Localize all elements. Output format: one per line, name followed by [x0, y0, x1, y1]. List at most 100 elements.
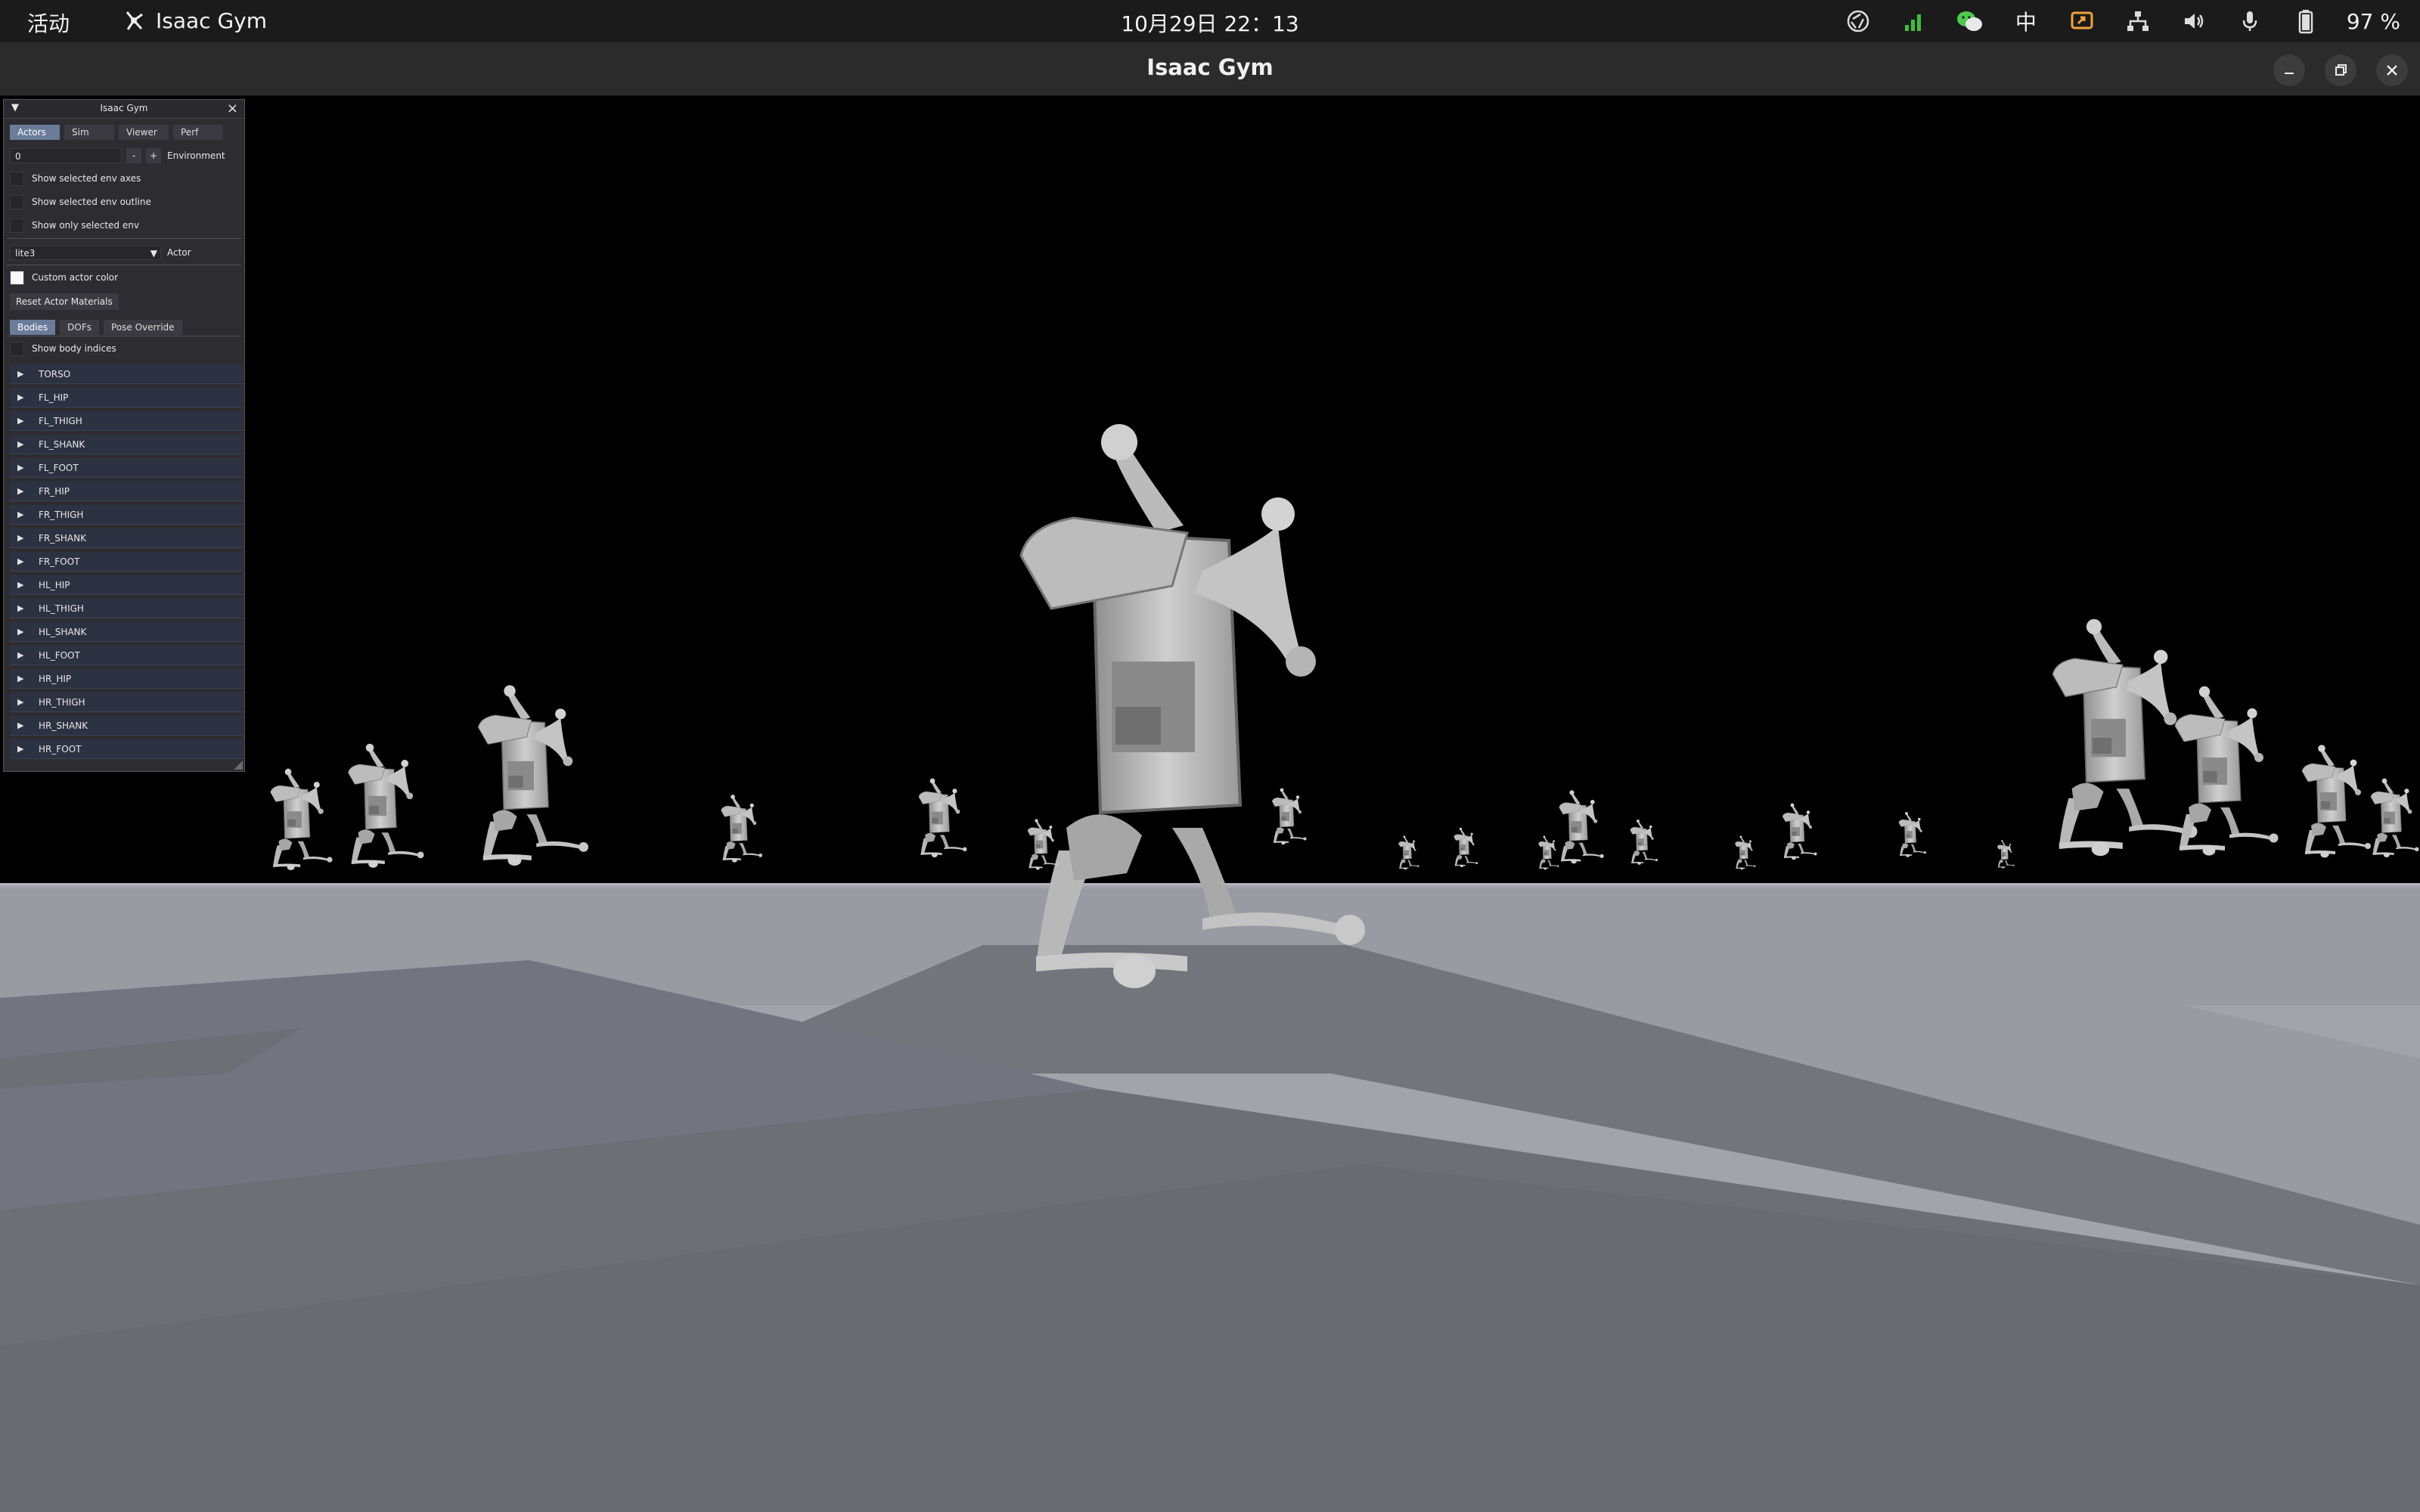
expand-arrow-icon[interactable]: ▶ — [17, 533, 28, 543]
network-wired-icon[interactable] — [2123, 6, 2153, 36]
expand-arrow-icon[interactable]: ▶ — [17, 392, 28, 402]
body-list: ▶ TORSO ▶ FL_HIP ▶ FL_THIGH ▶ FL_SHANK ▶ FL_FOOT ▶… — [10, 364, 243, 763]
tab-perf[interactable]: Perf — [173, 125, 223, 140]
minimize-icon — [2285, 73, 2294, 74]
body-item-fr-hip[interactable]: ▶ FR_HIP — [10, 482, 243, 501]
expand-arrow-icon[interactable]: ▶ — [17, 463, 28, 472]
wechat-icon[interactable] — [1955, 6, 1985, 36]
expand-arrow-icon[interactable]: ▶ — [17, 369, 28, 379]
screencast-icon[interactable] — [1843, 6, 1873, 36]
body-item-fr-thigh[interactable]: ▶ FR_THIGH — [10, 505, 243, 525]
expand-arrow-icon[interactable]: ▶ — [17, 674, 28, 683]
body-item-label: FL_THIGH — [39, 415, 82, 426]
option-label: Show only selected env — [32, 220, 139, 231]
tab-dofs[interactable]: DOFs — [60, 320, 100, 335]
expand-arrow-icon[interactable]: ▶ — [17, 486, 28, 496]
app-menu[interactable]: Isaac Gym — [121, 8, 267, 33]
microphone-icon[interactable] — [2235, 6, 2265, 36]
actor-select[interactable]: lite3 ▼ — [10, 245, 161, 260]
option-show-only-selected-env[interactable]: Show only selected env — [10, 217, 238, 234]
simulation-viewport[interactable] — [0, 96, 2420, 1512]
screen-share-icon[interactable] — [2067, 6, 2097, 36]
app-icon — [126, 11, 143, 30]
option-show-env-outline[interactable]: Show selected env outline — [10, 194, 238, 210]
chevron-down-icon: ▼ — [150, 248, 157, 259]
body-item-label: HL_THIGH — [39, 603, 84, 614]
tab-pose-override[interactable]: Pose Override — [104, 320, 182, 335]
activities-button[interactable]: 活动 — [27, 8, 70, 38]
checkbox[interactable] — [10, 218, 24, 233]
body-item-hl-hip[interactable]: ▶ HL_HIP — [10, 575, 243, 595]
body-item-hr-hip[interactable]: ▶ HR_HIP — [10, 669, 243, 689]
environment-increment-button[interactable]: + — [146, 148, 161, 163]
tab-sim[interactable]: Sim — [64, 125, 114, 140]
volume-icon[interactable] — [2179, 6, 2209, 36]
expand-arrow-icon[interactable]: ▶ — [17, 510, 28, 519]
body-item-fl-hip[interactable]: ▶ FL_HIP — [10, 388, 243, 407]
body-item-label: HR_HIP — [39, 673, 72, 684]
body-item-label: HR_FOOT — [39, 743, 82, 754]
expand-arrow-icon[interactable]: ▶ — [17, 439, 28, 449]
body-item-label: HR_THIGH — [39, 696, 85, 708]
expand-arrow-icon[interactable]: ▶ — [17, 650, 28, 660]
input-method-icon[interactable]: 中 — [2011, 6, 2041, 36]
expand-arrow-icon[interactable]: ▶ — [17, 627, 28, 637]
environment-decrement-button[interactable]: - — [126, 148, 141, 163]
window-titlebar[interactable]: Isaac Gym — [0, 42, 2420, 96]
expand-arrow-icon[interactable]: ▶ — [17, 744, 28, 754]
option-show-env-axes[interactable]: Show selected env axes — [10, 170, 238, 187]
body-item-hl-thigh[interactable]: ▶ HL_THIGH — [10, 599, 243, 618]
color-swatch[interactable] — [10, 270, 24, 285]
checkbox[interactable] — [10, 194, 24, 209]
body-item-fl-shank[interactable]: ▶ FL_SHANK — [10, 435, 243, 454]
maximize-button[interactable] — [2325, 54, 2356, 86]
reset-row: Reset Actor Materials — [10, 293, 238, 310]
body-item-fl-foot[interactable]: ▶ FL_FOOT — [10, 458, 243, 478]
body-item-hl-foot[interactable]: ▶ HL_FOOT — [10, 646, 243, 665]
close-button[interactable] — [2376, 54, 2408, 86]
isaac-gym-panel[interactable]: ▼ Isaac Gym × Actors Sim Viewer Perf 0 -… — [3, 99, 245, 772]
body-item-label: FL_SHANK — [39, 438, 85, 450]
expand-arrow-icon[interactable]: ▶ — [17, 603, 28, 613]
minimize-button[interactable] — [2273, 54, 2305, 86]
panel-close-icon[interactable]: × — [227, 101, 238, 116]
body-item-hr-foot[interactable]: ▶ HR_FOOT — [10, 739, 243, 759]
reset-actor-materials-button[interactable]: Reset Actor Materials — [10, 293, 119, 310]
tab-bodies[interactable]: Bodies — [10, 320, 56, 335]
network-signal-icon[interactable] — [1899, 6, 1929, 36]
expand-arrow-icon[interactable]: ▶ — [17, 580, 28, 590]
show-body-indices-row[interactable]: Show body indices — [10, 340, 238, 357]
environment-row: 0 - + Environment — [10, 147, 238, 164]
option-label: Show selected env axes — [32, 173, 141, 184]
actor-row: lite3 ▼ Actor — [10, 244, 238, 261]
body-item-hl-shank[interactable]: ▶ HL_SHANK — [10, 622, 243, 642]
tab-actors[interactable]: Actors — [10, 125, 60, 140]
body-item-torso[interactable]: ▶ TORSO — [10, 364, 243, 384]
body-item-label: HL_FOOT — [39, 649, 80, 661]
panel-header[interactable]: ▼ Isaac Gym × — [4, 100, 244, 119]
battery-icon[interactable] — [2291, 6, 2321, 36]
clock[interactable]: 10月29日 22：13 — [1121, 11, 1298, 36]
resize-grip[interactable] — [234, 761, 243, 770]
window-title: Isaac Gym — [1146, 54, 1274, 80]
expand-arrow-icon[interactable]: ▶ — [17, 720, 28, 730]
body-item-hr-thigh[interactable]: ▶ HR_THIGH — [10, 692, 243, 712]
system-tray[interactable]: 中 97 % — [1843, 6, 2400, 36]
environment-input[interactable]: 0 — [10, 148, 122, 163]
body-item-fr-foot[interactable]: ▶ FR_FOOT — [10, 552, 243, 572]
close-icon — [2387, 65, 2397, 76]
body-item-label: HL_SHANK — [39, 626, 87, 637]
body-item-fr-shank[interactable]: ▶ FR_SHANK — [10, 528, 243, 548]
expand-arrow-icon[interactable]: ▶ — [17, 556, 28, 566]
custom-actor-color-row[interactable]: Custom actor color — [10, 269, 238, 286]
checkbox[interactable] — [10, 341, 24, 356]
body-item-fl-thigh[interactable]: ▶ FL_THIGH — [10, 411, 243, 431]
checkbox[interactable] — [10, 171, 24, 186]
actor-select-value: lite3 — [15, 248, 36, 259]
body-item-hr-shank[interactable]: ▶ HR_SHANK — [10, 716, 243, 736]
panel-title: Isaac Gym — [100, 103, 148, 113]
expand-arrow-icon[interactable]: ▶ — [17, 416, 28, 426]
simulation-scene[interactable] — [0, 96, 2420, 1512]
tab-viewer[interactable]: Viewer — [119, 125, 169, 140]
expand-arrow-icon[interactable]: ▶ — [17, 697, 28, 707]
